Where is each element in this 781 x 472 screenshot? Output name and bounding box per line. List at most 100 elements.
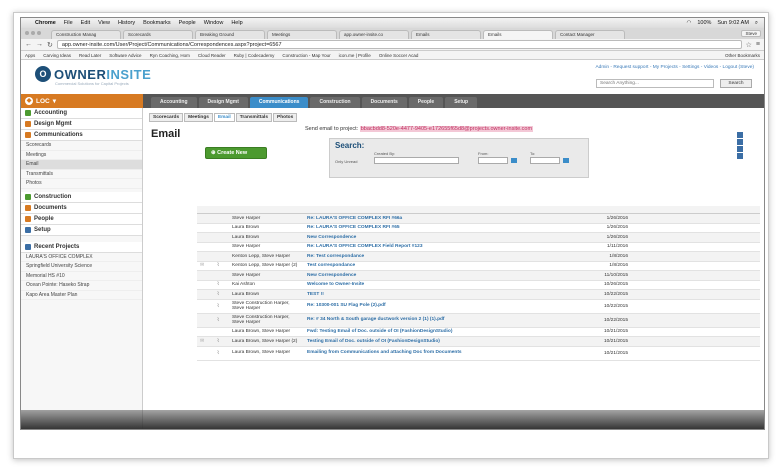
table-row[interactable]: ✉ ⌇ Kenton Lepp, Steve Harper (2) Test corr… — [197, 262, 760, 271]
minimize-dot[interactable] — [31, 31, 35, 35]
wifi-icon[interactable]: ◠ — [687, 20, 692, 27]
browser-tab[interactable]: Scorecards — [123, 30, 193, 39]
menu-history[interactable]: History — [118, 20, 135, 26]
row-subject-link[interactable]: Re: LAURA'S OFFICE COMPLEX RFI #65 — [303, 225, 582, 230]
menu-icon[interactable]: ≡ — [756, 41, 760, 48]
search-icon[interactable]: ⌕ — [755, 20, 758, 27]
bookmark-item[interactable]: Software Advice — [109, 53, 141, 58]
forward-icon[interactable]: → — [36, 41, 43, 48]
browser-tab[interactable]: Contact Manager — [555, 30, 625, 39]
browser-tab[interactable]: Construction Manag — [51, 30, 121, 39]
to-date-input[interactable] — [530, 157, 560, 164]
bookmark-other[interactable]: Other Bookmarks — [725, 53, 760, 58]
calendar-icon[interactable] — [511, 158, 517, 163]
help-icon[interactable] — [737, 132, 743, 138]
table-row[interactable]: Laura Brown New Correspondence 1/26/2016 — [197, 233, 760, 243]
bookmark-apps[interactable]: Apps — [25, 53, 35, 58]
recent-project[interactable]: Memorial HS #10 — [21, 272, 142, 281]
menu-file[interactable]: File — [64, 20, 73, 26]
recent-project[interactable]: LAURA'S OFFICE COMPLEX — [21, 253, 142, 262]
browser-tab[interactable]: Meetings — [267, 30, 337, 39]
sidebar-subitem-photos[interactable]: Photos — [21, 179, 142, 189]
print-icon[interactable] — [737, 139, 743, 145]
reload-icon[interactable]: ↻ — [47, 41, 53, 49]
browser-tab[interactable]: Breaking Ground — [195, 30, 265, 39]
table-row[interactable]: Steve Harper New Correspondence 11/10/2015 — [197, 271, 760, 281]
bookmark-item[interactable]: Read Later — [79, 53, 101, 58]
zoom-dot[interactable] — [37, 31, 41, 35]
top-links[interactable]: Admin - Request support - My Projects - … — [595, 65, 754, 70]
table-row[interactable]: Laura Brown, Steve Harper Fwd: Testing Em… — [197, 328, 760, 337]
tab-accounting[interactable]: Accounting — [151, 97, 197, 108]
sidebar-item-people[interactable]: People — [21, 213, 142, 225]
tab-setup[interactable]: Setup — [445, 97, 478, 108]
tab-people[interactable]: People — [408, 97, 444, 108]
row-subject-link[interactable]: Test correspondance — [303, 263, 582, 268]
recent-project[interactable]: Ocean Pointe: Haseko Strap — [21, 281, 142, 291]
logo[interactable]: O OWNERINSITE Commercial Solutions for C… — [35, 66, 151, 86]
table-row[interactable]: ⌇ Steve Construction Harper, Steve Harper… — [197, 313, 760, 328]
menu-edit[interactable]: Edit — [81, 20, 90, 26]
browser-profile[interactable]: Steve — [741, 30, 761, 37]
from-date-input[interactable] — [478, 157, 508, 164]
row-subject-link[interactable]: Re: Test correspondance — [303, 254, 582, 259]
browser-tab[interactable]: Emails — [411, 30, 481, 39]
subtab-meetings[interactable]: Meetings — [184, 113, 213, 122]
project-email-address[interactable]: bbacbdd8-520e-4477-9405-e172655f65d8@pro… — [359, 126, 534, 132]
bookmark-item[interactable]: Cloud Reader — [198, 53, 226, 58]
sidebar-item-construction[interactable]: Construction — [21, 191, 142, 203]
table-row[interactable]: Laura Brown Re: LAURA'S OFFICE COMPLEX RF… — [197, 224, 760, 233]
row-subject-link[interactable]: Testing Email of Doc. outside of OI (Fas… — [303, 339, 582, 344]
project-selector[interactable]: ◆ LOC ▾ — [21, 94, 143, 108]
row-subject-link[interactable]: New Correspondence — [303, 235, 582, 240]
battery-level[interactable]: 100% — [697, 20, 711, 27]
clock[interactable]: Sun 9:02 AM — [717, 20, 749, 27]
row-subject-link[interactable]: TEST !! — [303, 292, 582, 297]
create-new-button[interactable]: ⊕ Create New — [205, 147, 267, 159]
sidebar-item-design[interactable]: Design Mgmt — [21, 119, 142, 130]
row-subject-link[interactable]: Fwd: Testing Email of Doc. outside of OI… — [303, 329, 582, 334]
search-button[interactable]: Search — [720, 79, 752, 88]
row-subject-link[interactable]: Re: LAURA'S OFFICE COMPLEX RFI #66a — [303, 216, 582, 221]
subtab-scorecards[interactable]: Scorecards — [149, 113, 184, 122]
tab-documents[interactable]: Documents — [361, 97, 407, 108]
sidebar-subitem-transmittals[interactable]: Transmittals — [21, 170, 142, 179]
table-row[interactable]: ⌇ Kai Ashton Welcome to Owner-Insite 10/26/… — [197, 281, 760, 290]
browser-tab-active[interactable]: Emails — [483, 30, 553, 39]
table-row[interactable]: Steve Harper Re: LAURA'S OFFICE COMPLEX R… — [197, 214, 760, 224]
bookmark-item[interactable]: Online Soccer Acad — [379, 53, 419, 58]
subtab-photos[interactable]: Photos — [273, 113, 298, 122]
search-input[interactable]: Search Anything... — [596, 79, 714, 88]
table-row[interactable]: Steve Harper Re: LAURA'S OFFICE COMPLEX F… — [197, 243, 760, 252]
table-row[interactable]: ⌇ Steve Construction Harper, Steve Harper… — [197, 300, 760, 314]
bookmark-item[interactable]: Ruby | Codecademy — [234, 53, 275, 58]
close-dot[interactable] — [25, 31, 29, 35]
row-subject-link[interactable]: Re: 10300-001 SU Flag Pole (2).pdf — [303, 303, 582, 308]
table-row[interactable]: ✉ ⌇ Laura Brown, Steve Harper (2) Testing E… — [197, 337, 760, 347]
sidebar-subitem-email[interactable]: Email — [21, 160, 142, 170]
menu-app[interactable]: Chrome — [35, 20, 56, 26]
menu-help[interactable]: Help — [231, 20, 242, 26]
table-row[interactable]: ⌇ Laura Brown TEST !! 10/22/2015 — [197, 290, 760, 300]
row-subject-link[interactable]: Welcome to Owner-Insite — [303, 282, 582, 287]
recent-project[interactable]: Kapo Area Master Plan — [21, 291, 142, 300]
sidebar-item-accounting[interactable]: Accounting — [21, 108, 142, 119]
bookmark-item[interactable]: Construction - Map Your — [282, 53, 330, 58]
envelope-icon[interactable]: ✉ — [197, 263, 207, 268]
menu-view[interactable]: View — [98, 20, 110, 26]
browser-tab[interactable]: app.owner-insite.co — [339, 30, 409, 39]
star-icon[interactable]: ☆ — [746, 41, 752, 49]
row-subject-link[interactable]: Re: LAURA'S OFFICE COMPLEX Field Report … — [303, 244, 582, 249]
table-row[interactable]: Kenton Lepp, Steve Harper Re: Test corres… — [197, 252, 760, 262]
tab-construction[interactable]: Construction — [310, 97, 360, 108]
menu-window[interactable]: Window — [204, 20, 224, 26]
menu-bookmarks[interactable]: Bookmarks — [143, 20, 171, 26]
tab-design-mgmt[interactable]: Design Mgmt — [198, 97, 248, 108]
bookmark-item[interactable]: Carving Ideas — [43, 53, 71, 58]
subtab-transmittals[interactable]: Transmittals — [235, 113, 273, 122]
calendar-icon[interactable] — [563, 158, 569, 163]
sidebar-item-documents[interactable]: Documents — [21, 202, 142, 214]
sidebar-subitem-meetings[interactable]: Meetings — [21, 151, 142, 160]
row-subject-link[interactable]: New Correspondence — [303, 273, 582, 278]
recent-project[interactable]: Springfield University Science — [21, 262, 142, 272]
